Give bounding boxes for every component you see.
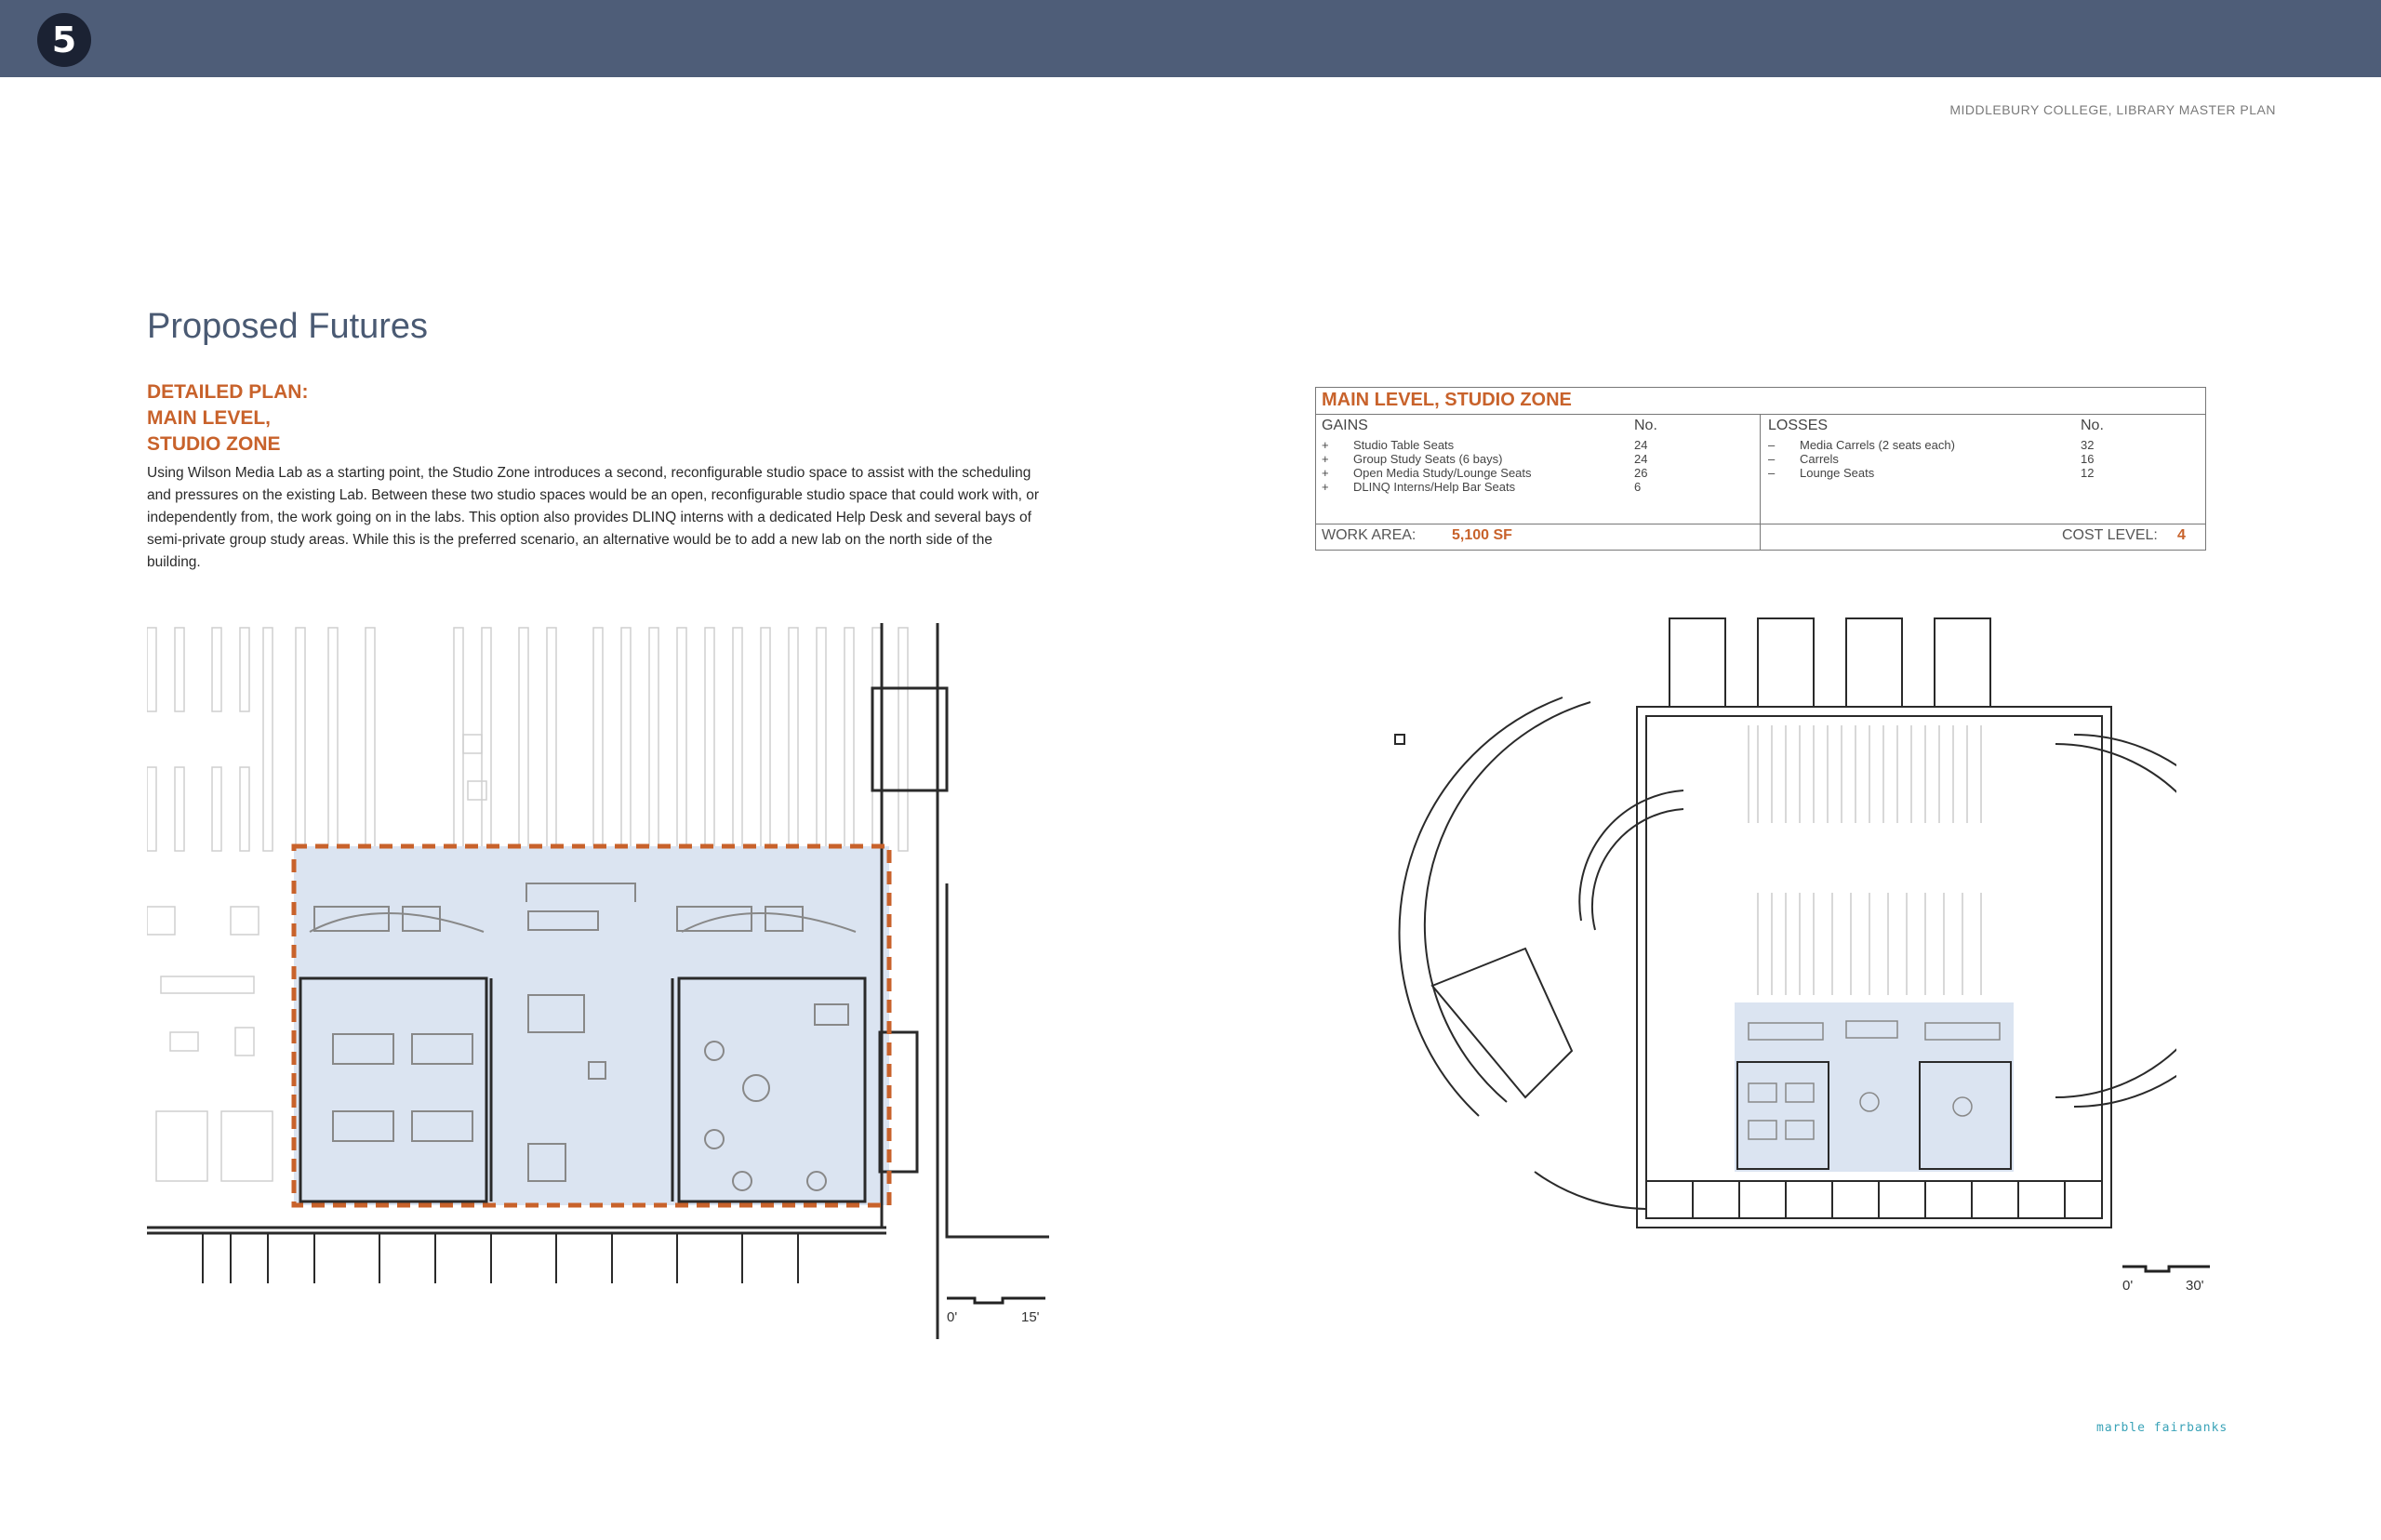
gains-header: GAINS bbox=[1322, 418, 1368, 433]
page-title: Proposed Futures bbox=[147, 307, 429, 346]
loss-sign: – bbox=[1768, 466, 1776, 480]
gains-no-header: No. bbox=[1634, 418, 1657, 433]
gain-label: Open Media Study/Lounge Seats bbox=[1353, 466, 1532, 480]
cost-level-value: 4 bbox=[2177, 527, 2186, 543]
scale-bar bbox=[2122, 1265, 2210, 1273]
scale-start-label: 0' bbox=[2122, 1278, 2134, 1294]
gain-label: Group Study Seats (6 bays) bbox=[1353, 452, 1503, 466]
loss-value: 32 bbox=[2081, 438, 2095, 452]
detailed-floor-plan bbox=[147, 623, 1049, 1339]
loss-label: Lounge Seats bbox=[1800, 466, 1875, 480]
loss-sign: – bbox=[1768, 438, 1776, 452]
gain-sign: + bbox=[1322, 438, 1329, 452]
gain-sign: + bbox=[1322, 452, 1329, 466]
scale-end-label: 15' bbox=[1021, 1309, 1040, 1325]
gain-label: DLINQ Interns/Help Bar Seats bbox=[1353, 480, 1516, 494]
overall-floor-plan bbox=[1394, 617, 2176, 1228]
loss-label: Media Carrels (2 seats each) bbox=[1800, 438, 1955, 452]
divider bbox=[1760, 414, 1761, 550]
divider bbox=[1316, 414, 2205, 415]
loss-value: 16 bbox=[2081, 452, 2095, 466]
subtitle-line: MAIN LEVEL, bbox=[147, 407, 272, 429]
scale-start-label: 0' bbox=[947, 1309, 958, 1325]
gain-value: 26 bbox=[1634, 466, 1648, 480]
subtitle-line: DETAILED PLAN: bbox=[147, 381, 309, 403]
chapter-badge: 5 bbox=[37, 13, 91, 67]
gain-sign: + bbox=[1322, 466, 1329, 480]
gain-value: 6 bbox=[1634, 480, 1642, 494]
top-bar: 5 bbox=[0, 0, 2381, 77]
losses-no-header: No. bbox=[2081, 418, 2104, 433]
cost-level-label: COST LEVEL: bbox=[2062, 527, 2158, 543]
subtitle-line: STUDIO ZONE bbox=[147, 433, 281, 455]
work-area-label: WORK AREA: bbox=[1322, 527, 1417, 543]
running-head: MIDDLEBURY COLLEGE, LIBRARY MASTER PLAN bbox=[1949, 102, 2276, 117]
losses-header: LOSSES bbox=[1768, 418, 1829, 433]
scale-bar bbox=[947, 1296, 1045, 1305]
loss-value: 12 bbox=[2081, 466, 2095, 480]
summary-table: MAIN LEVEL, STUDIO ZONE GAINS No. LOSSES… bbox=[1315, 387, 2206, 551]
gain-sign: + bbox=[1322, 480, 1329, 494]
summary-title: MAIN LEVEL, STUDIO ZONE bbox=[1322, 390, 1572, 410]
scale-end-label: 30' bbox=[2186, 1278, 2204, 1294]
page-subtitle: DETAILED PLAN: MAIN LEVEL, STUDIO ZONE bbox=[147, 379, 308, 458]
gain-label: Studio Table Seats bbox=[1353, 438, 1455, 452]
loss-label: Carrels bbox=[1800, 452, 1839, 466]
work-area-value: 5,100 SF bbox=[1452, 527, 1512, 543]
gain-value: 24 bbox=[1634, 452, 1648, 466]
gain-value: 24 bbox=[1634, 438, 1648, 452]
body-paragraph: Using Wilson Media Lab as a starting poi… bbox=[147, 465, 1040, 570]
firm-logo: marble fairbanks bbox=[2096, 1421, 2228, 1435]
loss-sign: – bbox=[1768, 452, 1776, 466]
